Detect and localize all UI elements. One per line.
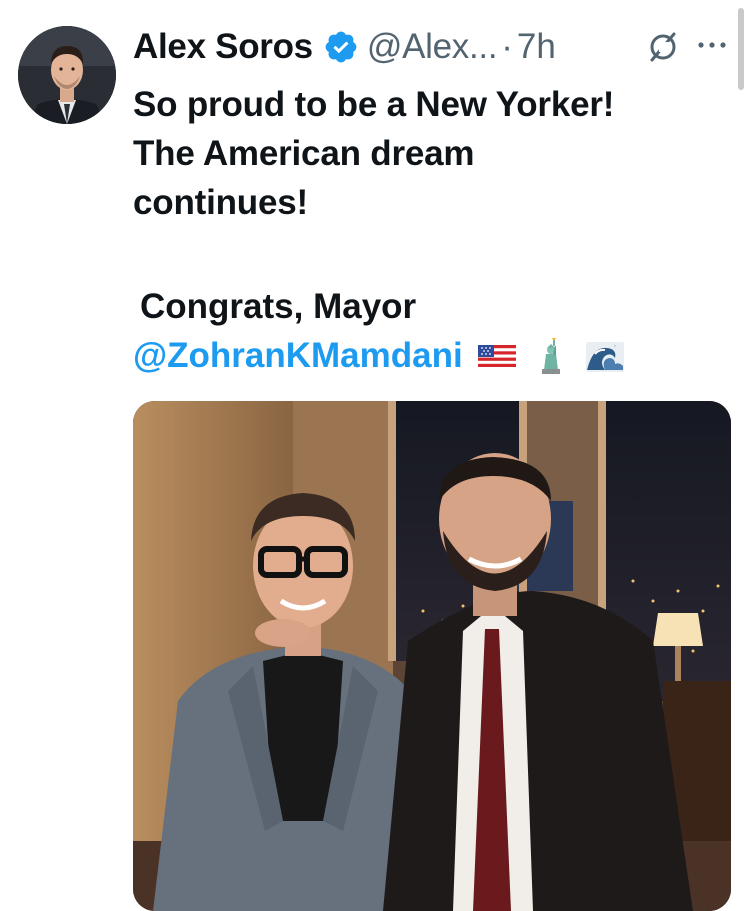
avatar-photo bbox=[18, 26, 116, 124]
congrats-text: Congrats, Mayor bbox=[140, 287, 417, 326]
tweet-line: So proud to be a New Yorker! bbox=[133, 85, 615, 124]
statue-of-liberty-icon bbox=[541, 338, 560, 374]
mention-link[interactable]: @ZohranKMamdani bbox=[133, 333, 463, 379]
grok-icon[interactable] bbox=[646, 30, 680, 64]
tweet-text: So proud to be a New Yorker! The America… bbox=[133, 80, 723, 227]
mention-line: @ZohranKMamdani bbox=[133, 333, 625, 379]
more-options-icon[interactable] bbox=[697, 40, 727, 50]
photo-illustration bbox=[133, 401, 731, 911]
tweet-line: The American dream bbox=[133, 134, 475, 173]
tweet-line: continues! bbox=[133, 183, 308, 222]
wave-icon bbox=[585, 342, 624, 372]
us-flag-icon bbox=[477, 345, 516, 367]
header-separator: · bbox=[501, 27, 513, 66]
tweet-header: Alex Soros @Alex... · 7h bbox=[133, 24, 556, 70]
tweet-photo[interactable] bbox=[133, 401, 731, 911]
author-handle[interactable]: @Alex... bbox=[367, 27, 498, 67]
tweet-timestamp[interactable]: 7h bbox=[517, 27, 556, 67]
scrollbar[interactable] bbox=[738, 8, 744, 90]
verified-badge-icon bbox=[325, 31, 357, 63]
author-name[interactable]: Alex Soros bbox=[133, 27, 313, 67]
author-avatar[interactable] bbox=[18, 26, 116, 124]
